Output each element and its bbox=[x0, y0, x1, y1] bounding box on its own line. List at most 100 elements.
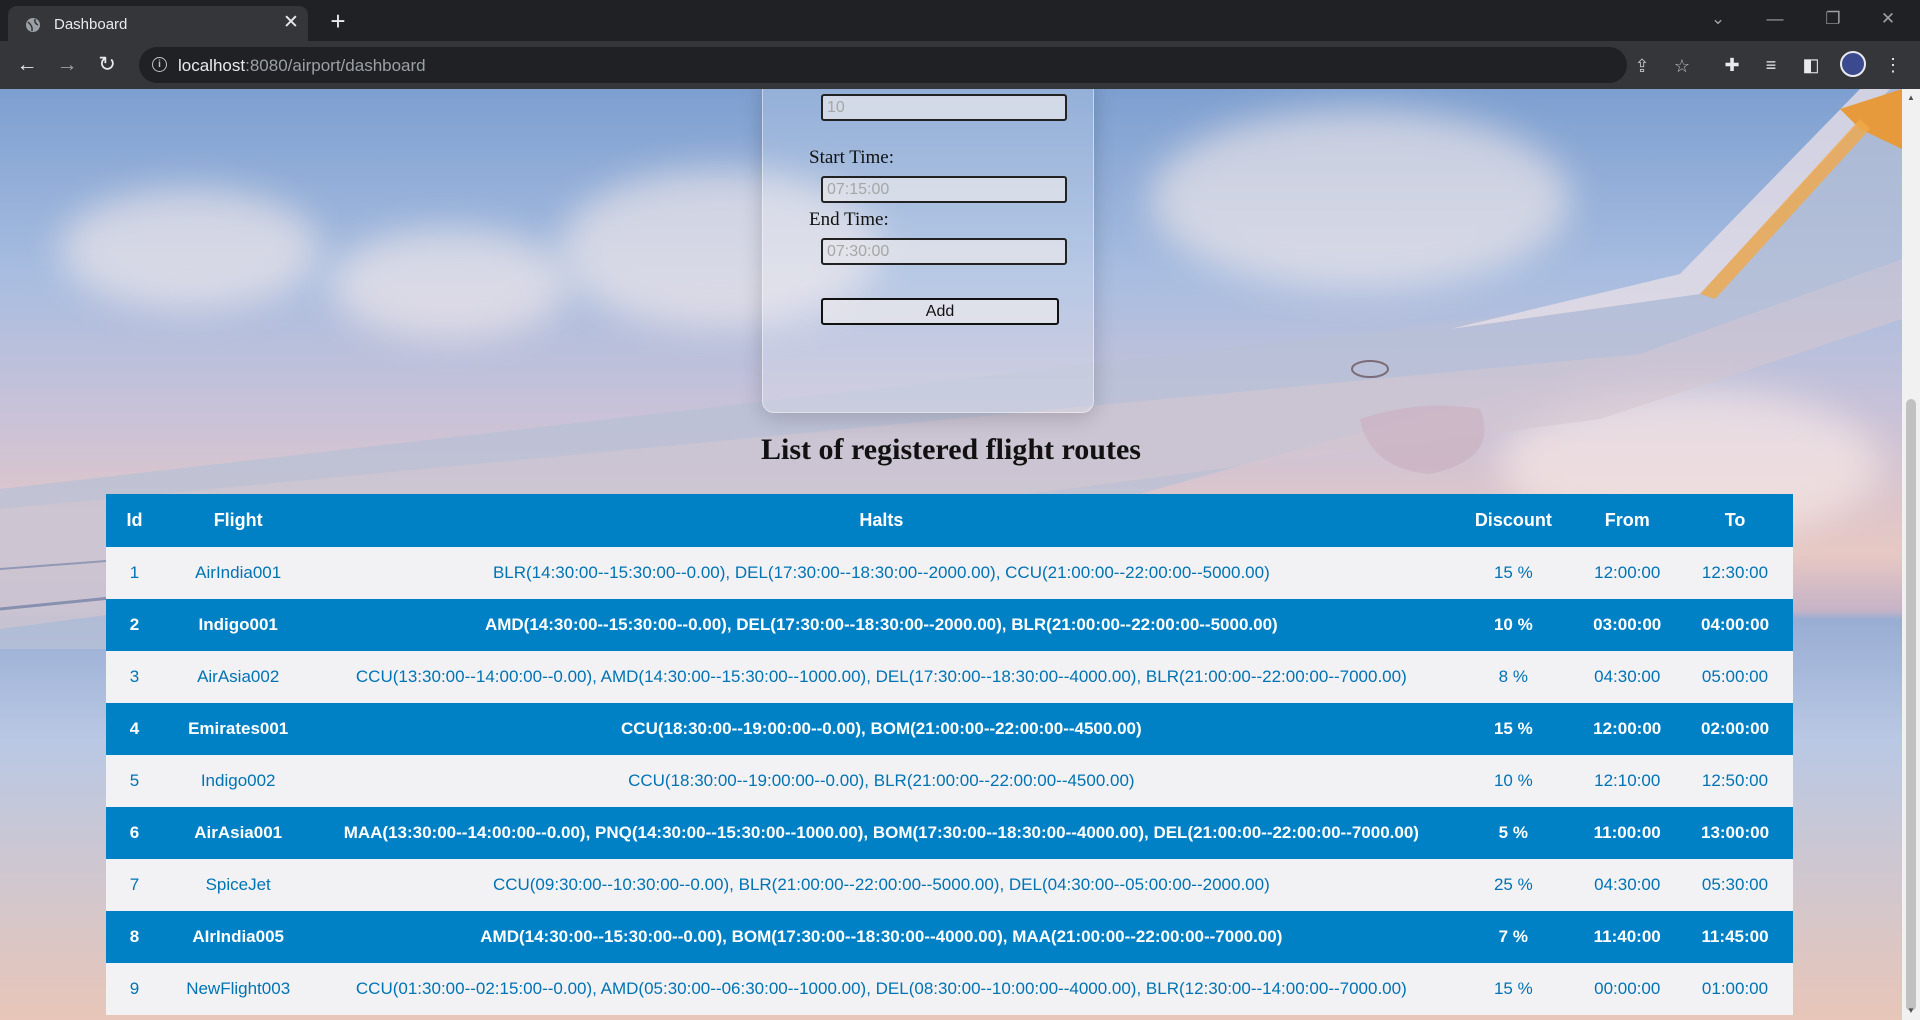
table-row: 5 Indigo002 CCU(18:30:00--19:00:00--0.00… bbox=[106, 755, 1793, 807]
cell-from: 12:00:00 bbox=[1577, 703, 1678, 755]
cell-halts: CCU(01:30:00--02:15:00--0.00), AMD(05:30… bbox=[313, 963, 1450, 1015]
cell-discount: 10 % bbox=[1449, 755, 1578, 807]
puzzle-icon[interactable]: ✚ bbox=[1720, 53, 1744, 77]
browser-tab-bar: Dashboard ✕ + ⌄ — ❐ ✕ bbox=[0, 0, 1920, 41]
cell-discount: 15 % bbox=[1449, 963, 1578, 1015]
cell-id: 2 bbox=[106, 599, 163, 651]
cell-halts: AMD(14:30:00--15:30:00--0.00), DEL(17:30… bbox=[313, 599, 1450, 651]
table-row: 8 AIrIndia005 AMD(14:30:00--15:30:00--0.… bbox=[106, 911, 1793, 963]
end-time-field[interactable] bbox=[821, 238, 1067, 265]
cell-flight: Indigo002 bbox=[162, 755, 314, 807]
kebab-menu-icon[interactable]: ⋮ bbox=[1881, 53, 1905, 77]
cell-halts: CCU(13:30:00--14:00:00--0.00), AMD(14:30… bbox=[313, 651, 1450, 703]
cell-from: 12:00:00 bbox=[1577, 547, 1678, 599]
cell-flight: AirAsia002 bbox=[162, 651, 314, 703]
cell-to: 12:30:00 bbox=[1677, 547, 1793, 599]
cell-from: 03:00:00 bbox=[1577, 599, 1678, 651]
cell-to: 05:00:00 bbox=[1677, 651, 1793, 703]
cell-id: 8 bbox=[106, 911, 163, 963]
end-time-label: End Time: bbox=[809, 209, 889, 230]
cell-from: 11:40:00 bbox=[1577, 911, 1678, 963]
close-window-icon[interactable]: ✕ bbox=[1873, 6, 1903, 32]
tab-close-icon[interactable]: ✕ bbox=[280, 12, 302, 34]
cell-id: 3 bbox=[106, 651, 163, 703]
cell-to: 01:00:00 bbox=[1677, 963, 1793, 1015]
add-route-form: Start Time: End Time: Add bbox=[762, 89, 1094, 413]
cell-flight: AirIndia001 bbox=[162, 547, 314, 599]
cell-to: 13:00:00 bbox=[1677, 807, 1793, 859]
col-header-discount: Discount bbox=[1449, 494, 1578, 547]
cell-id: 7 bbox=[106, 859, 163, 911]
scroll-down-icon[interactable]: ▼ bbox=[1906, 1006, 1916, 1016]
cell-halts: BLR(14:30:00--15:30:00--0.00), DEL(17:30… bbox=[313, 547, 1450, 599]
cell-from: 11:00:00 bbox=[1577, 807, 1678, 859]
table-row: 7 SpiceJet CCU(09:30:00--10:30:00--0.00)… bbox=[106, 859, 1793, 911]
table-row: 9 NewFlight003 CCU(01:30:00--02:15:00--0… bbox=[106, 963, 1793, 1015]
cell-discount: 7 % bbox=[1449, 911, 1578, 963]
page-viewport: Start Time: End Time: Add List of regist… bbox=[0, 89, 1902, 1020]
minimize-icon[interactable]: — bbox=[1760, 6, 1790, 32]
cell-from: 04:30:00 bbox=[1577, 859, 1678, 911]
col-header-halts: Halts bbox=[313, 494, 1450, 547]
start-time-field[interactable] bbox=[821, 176, 1067, 203]
browser-toolbar: ← → ↻ i localhost:8080/airport/dashboard… bbox=[0, 41, 1920, 89]
discount-field[interactable] bbox=[821, 94, 1067, 121]
table-row: 3 AirAsia002 CCU(13:30:00--14:00:00--0.0… bbox=[106, 651, 1793, 703]
cell-discount: 25 % bbox=[1449, 859, 1578, 911]
cell-to: 02:00:00 bbox=[1677, 703, 1793, 755]
browser-tab[interactable]: Dashboard ✕ bbox=[8, 6, 308, 41]
cell-id: 1 bbox=[106, 547, 163, 599]
cell-discount: 5 % bbox=[1449, 807, 1578, 859]
table-header-row: Id Flight Halts Discount From To bbox=[106, 494, 1793, 547]
cell-flight: AIrIndia005 bbox=[162, 911, 314, 963]
scroll-up-icon[interactable]: ▲ bbox=[1906, 93, 1916, 103]
col-header-id: Id bbox=[106, 494, 163, 547]
share-icon[interactable]: ⇪ bbox=[1631, 55, 1653, 77]
table-row: 6 AirAsia001 MAA(13:30:00--14:00:00--0.0… bbox=[106, 807, 1793, 859]
cell-id: 9 bbox=[106, 963, 163, 1015]
cell-id: 5 bbox=[106, 755, 163, 807]
tab-title: Dashboard bbox=[54, 16, 128, 33]
cell-from: 04:30:00 bbox=[1577, 651, 1678, 703]
cell-flight: AirAsia001 bbox=[162, 807, 314, 859]
new-tab-icon[interactable]: + bbox=[324, 8, 352, 36]
add-button[interactable]: Add bbox=[821, 298, 1059, 325]
table-row: 1 AirIndia001 BLR(14:30:00--15:30:00--0.… bbox=[106, 547, 1793, 599]
cell-to: 04:00:00 bbox=[1677, 599, 1793, 651]
col-header-from: From bbox=[1577, 494, 1678, 547]
col-header-to: To bbox=[1677, 494, 1793, 547]
profile-avatar[interactable] bbox=[1840, 51, 1866, 77]
reload-icon[interactable]: ↻ bbox=[93, 51, 121, 79]
col-header-flight: Flight bbox=[162, 494, 314, 547]
star-icon[interactable]: ☆ bbox=[1671, 55, 1693, 77]
forward-icon[interactable]: → bbox=[53, 51, 81, 79]
cell-id: 4 bbox=[106, 703, 163, 755]
globe-icon bbox=[26, 18, 40, 32]
tab-search-icon[interactable]: ⌄ bbox=[1703, 6, 1733, 32]
table-row: 2 Indigo001 AMD(14:30:00--15:30:00--0.00… bbox=[106, 599, 1793, 651]
cell-flight: Emirates001 bbox=[162, 703, 314, 755]
cell-from: 00:00:00 bbox=[1577, 963, 1678, 1015]
cell-to: 12:50:00 bbox=[1677, 755, 1793, 807]
media-queue-icon[interactable]: ≡ bbox=[1759, 53, 1783, 77]
cell-discount: 15 % bbox=[1449, 547, 1578, 599]
restore-icon[interactable]: ❐ bbox=[1818, 6, 1848, 32]
cell-flight: SpiceJet bbox=[162, 859, 314, 911]
page-scrollbar[interactable]: ▲ ▼ bbox=[1902, 89, 1920, 1020]
back-icon[interactable]: ← bbox=[13, 51, 41, 79]
table-row: 4 Emirates001 CCU(18:30:00--19:00:00--0.… bbox=[106, 703, 1793, 755]
cell-flight: Indigo001 bbox=[162, 599, 314, 651]
cell-id: 6 bbox=[106, 807, 163, 859]
cell-from: 12:10:00 bbox=[1577, 755, 1678, 807]
cell-halts: CCU(18:30:00--19:00:00--0.00), BLR(21:00… bbox=[313, 755, 1450, 807]
start-time-label: Start Time: bbox=[809, 147, 894, 168]
scrollbar-thumb[interactable] bbox=[1906, 399, 1916, 1011]
cell-discount: 10 % bbox=[1449, 599, 1578, 651]
info-icon[interactable]: i bbox=[152, 57, 167, 72]
address-bar[interactable]: i localhost:8080/airport/dashboard ⇪ ☆ bbox=[139, 47, 1690, 83]
url-text: localhost:8080/airport/dashboard bbox=[178, 56, 426, 75]
page-title: List of registered flight routes bbox=[761, 433, 1141, 466]
cell-halts: CCU(09:30:00--10:30:00--0.00), BLR(21:00… bbox=[313, 859, 1450, 911]
cell-halts: AMD(14:30:00--15:30:00--0.00), BOM(17:30… bbox=[313, 911, 1450, 963]
side-panel-icon[interactable]: ◧ bbox=[1799, 53, 1823, 77]
